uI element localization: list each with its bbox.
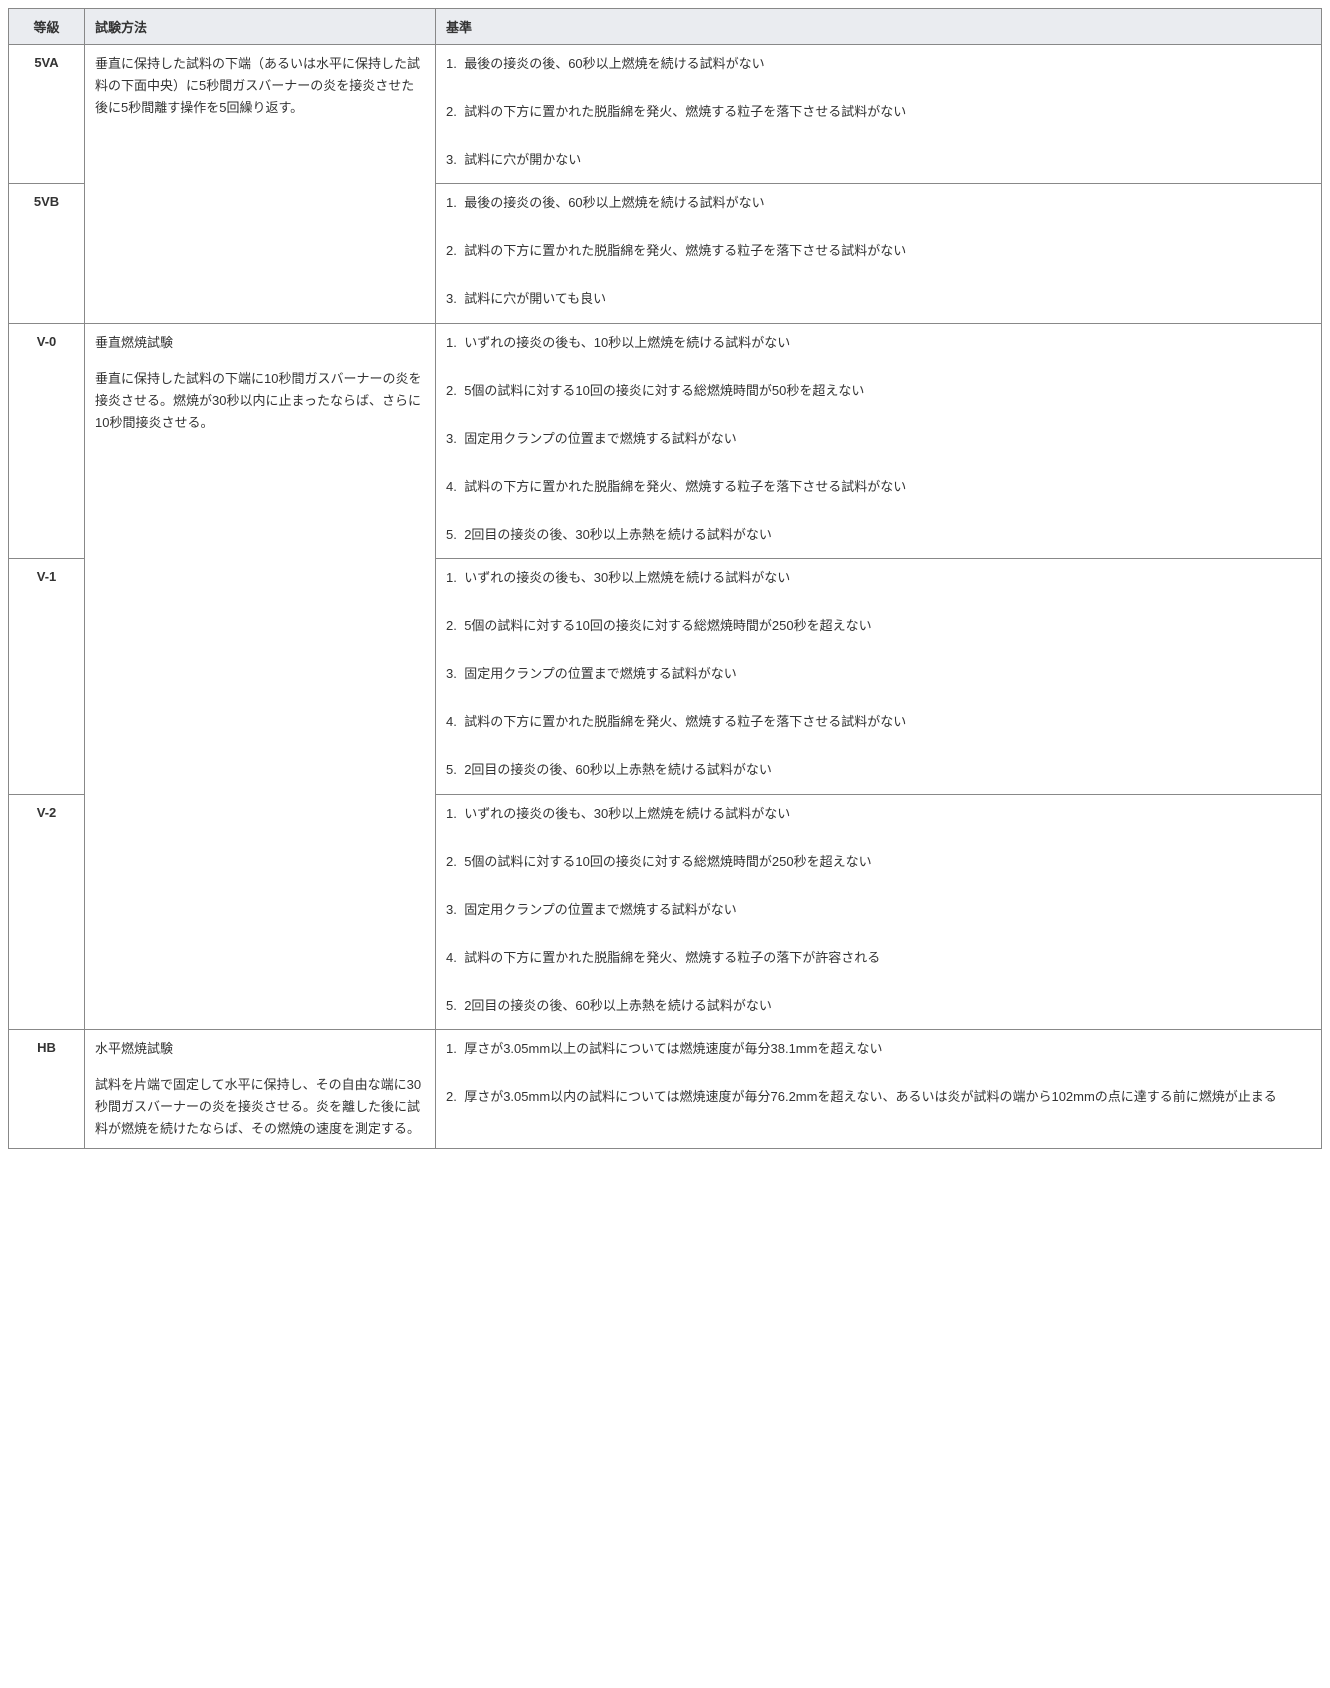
method-cell: 水平燃焼試験試料を片端で固定して水平に保持し、その自由な端に30秒間ガスバーナー… <box>85 1029 436 1148</box>
criteria-cell: いずれの接炎の後も、30秒以上燃焼を続ける試料がない 5個の試料に対する10回の接… <box>436 559 1322 794</box>
criteria-item: 5個の試料に対する10回の接炎に対する総燃焼時間が250秒を超えない <box>446 851 1311 873</box>
criteria-list: いずれの接炎の後も、30秒以上燃焼を続ける試料がない 5個の試料に対する10回の接… <box>446 567 1311 781</box>
criteria-item: 厚さが3.05mm以上の試料については燃焼速度が毎分38.1mmを超えない <box>446 1038 1311 1060</box>
criteria-item: 試料の下方に置かれた脱脂綿を発火、燃焼する粒子を落下させる試料がない <box>446 711 1311 733</box>
criteria-cell: 最後の接炎の後、60秒以上燃焼を続ける試料がない試料の下方に置かれた脱脂綿を発火… <box>436 184 1322 323</box>
criteria-item: 試料の下方に置かれた脱脂綿を発火、燃焼する粒子の落下が許容される <box>446 947 1311 969</box>
method-description: 垂直に保持した試料の下端（あるいは水平に保持した試料の下面中央）に5秒間ガスバー… <box>95 53 425 119</box>
criteria-item: 試料の下方に置かれた脱脂綿を発火、燃焼する粒子を落下させる試料がない <box>446 476 1311 498</box>
criteria-cell: いずれの接炎の後も、10秒以上燃焼を続ける試料がない 5個の試料に対する10回の接… <box>436 323 1322 558</box>
criteria-list: 最後の接炎の後、60秒以上燃焼を続ける試料がない試料の下方に置かれた脱脂綿を発火… <box>446 192 1311 310</box>
criteria-cell: いずれの接炎の後も、30秒以上燃焼を続ける試料がない 5個の試料に対する10回の接… <box>436 794 1322 1029</box>
criteria-item: 固定用クランプの位置まで燃焼する試料がない <box>446 663 1311 685</box>
header-grade: 等級 <box>9 9 85 45</box>
criteria-item: いずれの接炎の後も、30秒以上燃焼を続ける試料がない <box>446 803 1311 825</box>
criteria-item: 2回目の接炎の後、60秒以上赤熱を続ける試料がない <box>446 759 1311 781</box>
criteria-item: 最後の接炎の後、60秒以上燃焼を続ける試料がない <box>446 192 1311 214</box>
header-method: 試験方法 <box>85 9 436 45</box>
header-criteria: 基準 <box>436 9 1322 45</box>
criteria-item: 試料の下方に置かれた脱脂綿を発火、燃焼する粒子を落下させる試料がない <box>446 240 1311 262</box>
criteria-list: 最後の接炎の後、60秒以上燃焼を続ける試料がない試料の下方に置かれた脱脂綿を発火… <box>446 53 1311 171</box>
table-row: 5VA垂直に保持した試料の下端（あるいは水平に保持した試料の下面中央）に5秒間ガ… <box>9 45 1322 184</box>
grade-cell: 5VB <box>9 184 85 323</box>
method-description: 垂直に保持した試料の下端に10秒間ガスバーナーの炎を接炎させる。燃焼が30秒以内… <box>95 368 425 434</box>
table-row: HB水平燃焼試験試料を片端で固定して水平に保持し、その自由な端に30秒間ガスバー… <box>9 1029 1322 1148</box>
criteria-list: いずれの接炎の後も、30秒以上燃焼を続ける試料がない 5個の試料に対する10回の接… <box>446 803 1311 1017</box>
table-row: V-0 垂直燃焼試験垂直に保持した試料の下端に10秒間ガスバーナーの炎を接炎させる… <box>9 323 1322 558</box>
criteria-item: 試料の下方に置かれた脱脂綿を発火、燃焼する粒子を落下させる試料がない <box>446 101 1311 123</box>
header-row: 等級 試験方法 基準 <box>9 9 1322 45</box>
criteria-item: 厚さが3.05mm以内の試料については燃焼速度が毎分76.2mmを超えない、ある… <box>446 1086 1311 1108</box>
method-cell: 垂直燃焼試験垂直に保持した試料の下端に10秒間ガスバーナーの炎を接炎させる。燃焼… <box>85 323 436 1029</box>
grade-cell: V-0 <box>9 323 85 558</box>
criteria-item: 試料に穴が開かない <box>446 149 1311 171</box>
criteria-item: 固定用クランプの位置まで燃焼する試料がない <box>446 428 1311 450</box>
method-description: 試料を片端で固定して水平に保持し、その自由な端に30秒間ガスバーナーの炎を接炎さ… <box>95 1074 425 1140</box>
criteria-item: 2回目の接炎の後、60秒以上赤熱を続ける試料がない <box>446 995 1311 1017</box>
grade-cell: HB <box>9 1029 85 1148</box>
grade-cell: V-1 <box>9 559 85 794</box>
criteria-item: 固定用クランプの位置まで燃焼する試料がない <box>446 899 1311 921</box>
criteria-item: 5個の試料に対する10回の接炎に対する総燃焼時間が50秒を超えない <box>446 380 1311 402</box>
method-title: 垂直燃焼試験 <box>95 332 425 354</box>
criteria-item: いずれの接炎の後も、30秒以上燃焼を続ける試料がない <box>446 567 1311 589</box>
method-title: 水平燃焼試験 <box>95 1038 425 1060</box>
criteria-cell: 厚さが3.05mm以上の試料については燃焼速度が毎分38.1mmを超えない厚さが… <box>436 1029 1322 1148</box>
grade-cell: 5VA <box>9 45 85 184</box>
criteria-item: 2回目の接炎の後、30秒以上赤熱を続ける試料がない <box>446 524 1311 546</box>
criteria-item: いずれの接炎の後も、10秒以上燃焼を続ける試料がない <box>446 332 1311 354</box>
criteria-list: 厚さが3.05mm以上の試料については燃焼速度が毎分38.1mmを超えない厚さが… <box>446 1038 1311 1108</box>
flammability-table: 等級 試験方法 基準 5VA垂直に保持した試料の下端（あるいは水平に保持した試料… <box>8 8 1322 1149</box>
grade-cell: V-2 <box>9 794 85 1029</box>
criteria-item: 試料に穴が開いても良い <box>446 288 1311 310</box>
criteria-item: 5個の試料に対する10回の接炎に対する総燃焼時間が250秒を超えない <box>446 615 1311 637</box>
method-cell: 垂直に保持した試料の下端（あるいは水平に保持した試料の下面中央）に5秒間ガスバー… <box>85 45 436 324</box>
criteria-item: 最後の接炎の後、60秒以上燃焼を続ける試料がない <box>446 53 1311 75</box>
criteria-cell: 最後の接炎の後、60秒以上燃焼を続ける試料がない試料の下方に置かれた脱脂綿を発火… <box>436 45 1322 184</box>
criteria-list: いずれの接炎の後も、10秒以上燃焼を続ける試料がない 5個の試料に対する10回の接… <box>446 332 1311 546</box>
